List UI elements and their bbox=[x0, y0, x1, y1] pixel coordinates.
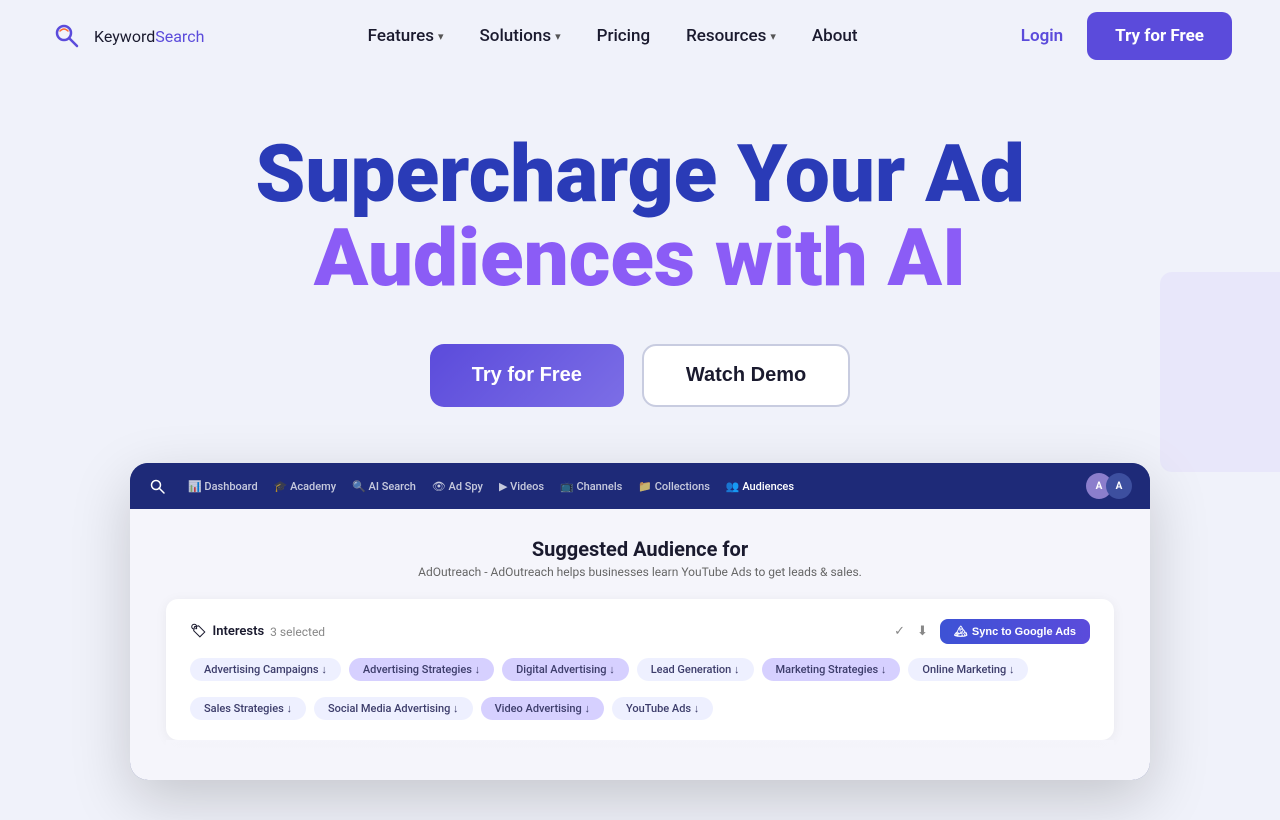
nav-actions: Login Try for Free bbox=[1021, 12, 1232, 60]
dash-nav-dashboard[interactable]: 📊 Dashboard bbox=[188, 480, 258, 493]
try-free-nav-button[interactable]: Try for Free bbox=[1087, 12, 1232, 60]
nav-solutions[interactable]: Solutions ▾ bbox=[480, 26, 561, 46]
nav-about[interactable]: About bbox=[812, 26, 858, 46]
dashboard-card-count: 3 selected bbox=[270, 625, 325, 639]
dashboard-preview: 📊 Dashboard 🎓 Academy 🔍 AI Search 👁 Ad S… bbox=[130, 463, 1150, 780]
tag-youtube-ads[interactable]: YouTube Ads ↓ bbox=[612, 697, 713, 720]
nav-resources[interactable]: Resources ▾ bbox=[686, 26, 776, 46]
logo-icon bbox=[48, 17, 86, 55]
dash-nav-collections[interactable]: 📁 Collections bbox=[638, 480, 710, 493]
nav-menu: Features ▾ Solutions ▾ Pricing Resources… bbox=[368, 26, 858, 46]
download-icon: ⬇ bbox=[917, 624, 928, 639]
logo-text: KeywordSearch bbox=[94, 27, 204, 46]
dashboard-section-title: Suggested Audience for bbox=[166, 537, 1114, 561]
hero-section: Supercharge Your Ad Audiences with AI Tr… bbox=[0, 72, 1280, 820]
dashboard-card-header: 🏷 Interests 3 selected ✓ ⬇ 🏔 Sync to Goo… bbox=[190, 619, 1090, 644]
dash-nav-audiences[interactable]: 👥 Audiences bbox=[726, 480, 794, 493]
check-icon: ✓ bbox=[894, 624, 905, 639]
try-free-hero-button[interactable]: Try for Free bbox=[430, 344, 624, 407]
dashboard-card-actions: ✓ ⬇ 🏔 Sync to Google Ads bbox=[894, 619, 1090, 644]
google-ads-icon: 🏔 bbox=[954, 625, 968, 638]
nav-features[interactable]: Features ▾ bbox=[368, 26, 444, 46]
dashboard-logo bbox=[148, 477, 166, 495]
dashboard-section-subtitle: AdOutreach - AdOutreach helps businesses… bbox=[166, 565, 1114, 579]
tag-lead-generation[interactable]: Lead Generation ↓ bbox=[637, 658, 754, 681]
dashboard-tags: Advertising Campaigns ↓ Advertising Stra… bbox=[190, 658, 1090, 720]
nav-pricing[interactable]: Pricing bbox=[597, 26, 651, 46]
dash-nav-ad-spy[interactable]: 👁 Ad Spy bbox=[432, 480, 483, 493]
tag-advertising-campaigns[interactable]: Advertising Campaigns ↓ bbox=[190, 658, 341, 681]
dashboard-card-label: 🏷 Interests 3 selected bbox=[190, 624, 325, 639]
tag-advertising-strategies[interactable]: Advertising Strategies ↓ bbox=[349, 658, 494, 681]
dashboard-content: Suggested Audience for AdOutreach - AdOu… bbox=[130, 509, 1150, 780]
tag-social-media-advertising[interactable]: Social Media Advertising ↓ bbox=[314, 697, 473, 720]
navbar: KeywordSearch Features ▾ Solutions ▾ Pri… bbox=[0, 0, 1280, 72]
dash-nav-channels[interactable]: 📺 Channels bbox=[560, 480, 622, 493]
sync-google-ads-button[interactable]: 🏔 Sync to Google Ads bbox=[940, 619, 1090, 644]
hero-headline: Supercharge Your Ad Audiences with AI bbox=[255, 132, 1024, 300]
dash-nav-academy[interactable]: 🎓 Academy bbox=[274, 480, 336, 493]
tag-online-marketing[interactable]: Online Marketing ↓ bbox=[908, 658, 1028, 681]
tag-marketing-strategies[interactable]: Marketing Strategies ↓ bbox=[762, 658, 901, 681]
chevron-down-icon: ▾ bbox=[555, 30, 561, 43]
hero-cta-group: Try for Free Watch Demo bbox=[430, 344, 850, 407]
dash-nav-videos[interactable]: ▶ Videos bbox=[499, 480, 544, 493]
decorative-element bbox=[1160, 272, 1280, 472]
interests-icon: 🏷 bbox=[190, 624, 207, 639]
watch-demo-button[interactable]: Watch Demo bbox=[642, 344, 850, 407]
dashboard-avatar-2: A bbox=[1106, 473, 1132, 499]
dashboard-card: 🏷 Interests 3 selected ✓ ⬇ 🏔 Sync to Goo… bbox=[166, 599, 1114, 740]
tag-video-advertising[interactable]: Video Advertising ↓ bbox=[481, 697, 604, 720]
tag-digital-advertising[interactable]: Digital Advertising ↓ bbox=[502, 658, 629, 681]
chevron-down-icon: ▾ bbox=[438, 30, 444, 43]
login-button[interactable]: Login bbox=[1021, 26, 1063, 46]
dashboard-navbar: 📊 Dashboard 🎓 Academy 🔍 AI Search 👁 Ad S… bbox=[130, 463, 1150, 509]
dashboard-bottom-fade bbox=[166, 740, 1114, 780]
tag-sales-strategies[interactable]: Sales Strategies ↓ bbox=[190, 697, 306, 720]
chevron-down-icon: ▾ bbox=[770, 30, 776, 43]
dash-nav-ai-search[interactable]: 🔍 AI Search bbox=[352, 480, 416, 493]
dashboard-nav-items: 📊 Dashboard 🎓 Academy 🔍 AI Search 👁 Ad S… bbox=[188, 480, 1064, 493]
logo[interactable]: KeywordSearch bbox=[48, 17, 204, 55]
